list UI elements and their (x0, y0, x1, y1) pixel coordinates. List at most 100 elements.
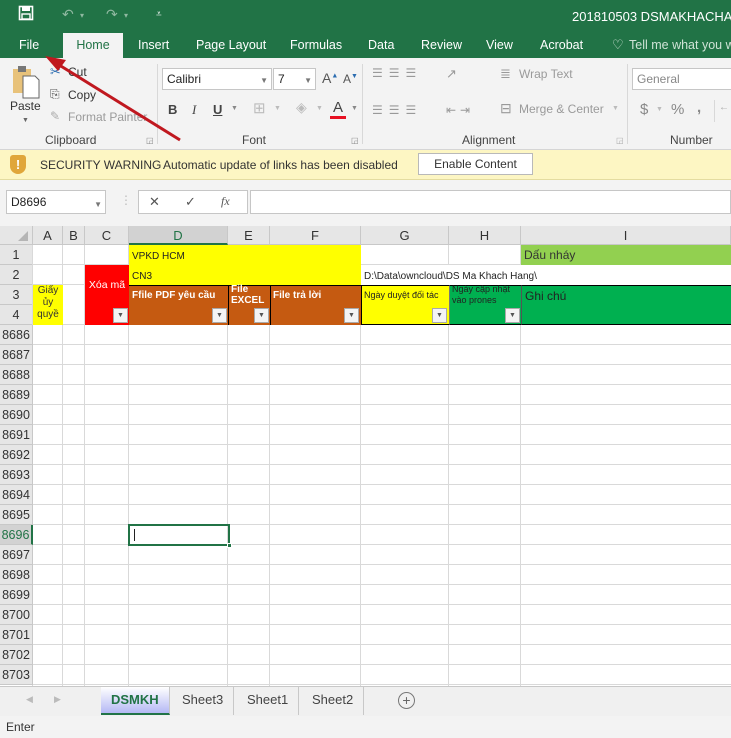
save-icon[interactable] (18, 5, 34, 24)
orientation-icon[interactable]: ↗ (446, 66, 457, 82)
sheet-tab-dsmkh[interactable]: DSMKH (101, 687, 170, 715)
row-header[interactable]: 8689 (0, 385, 33, 405)
sheet-tab-sheet2[interactable]: Sheet2 (302, 687, 365, 715)
tab-formulas[interactable]: Formulas (281, 33, 351, 58)
merge-dropdown-icon[interactable]: ▼ (612, 105, 619, 112)
active-cell-d8696[interactable] (128, 524, 232, 548)
font-color-button[interactable]: A (333, 99, 343, 116)
row-header[interactable]: 8696 (0, 525, 33, 545)
currency-button[interactable]: $ (640, 101, 648, 118)
redo-icon[interactable]: ↷ (106, 6, 118, 23)
redo-dropdown-icon[interactable]: ▾ (124, 11, 128, 20)
row-header[interactable]: 8695 (0, 505, 33, 525)
clipboard-launcher-icon[interactable]: ◲ (146, 136, 154, 145)
format-painter-button[interactable]: Format Painter (68, 110, 147, 124)
undo-dropdown-icon[interactable]: ▾ (80, 11, 84, 20)
merge-center-button[interactable]: Merge & Center (519, 102, 604, 116)
cell-a3[interactable]: Giấy ủy quyề (33, 285, 63, 325)
row-header[interactable]: 8690 (0, 405, 33, 425)
row-header[interactable]: 8703 (0, 665, 33, 685)
vertical-align-icons[interactable]: ☰☰☰ (372, 66, 422, 80)
italic-button[interactable]: I (192, 102, 196, 118)
filter-dropdown-h[interactable]: ▼ (505, 308, 520, 323)
filter-dropdown-e[interactable]: ▼ (254, 308, 269, 323)
row-header[interactable]: 8692 (0, 445, 33, 465)
cell-f3[interactable]: File trả lời (273, 290, 321, 301)
cell-i1[interactable]: Dấu nháy (521, 245, 731, 265)
insert-function-button[interactable]: fx (221, 194, 230, 209)
font-size-select[interactable]: 7 ▼ (273, 68, 316, 90)
tab-data[interactable]: Data (359, 33, 403, 58)
fill-color-icon[interactable]: ◈ (296, 99, 307, 116)
underline-button[interactable]: U (213, 102, 222, 117)
filter-dropdown-g[interactable]: ▼ (432, 308, 447, 323)
scroll-sheets-right-icon[interactable]: ▶ (54, 694, 61, 705)
tab-home[interactable]: Home (63, 33, 123, 58)
comma-button[interactable]: , (697, 99, 701, 116)
cell-d2[interactable]: CN3 (132, 271, 152, 282)
tab-file[interactable]: File (10, 33, 48, 58)
row-header[interactable]: 8702 (0, 645, 33, 665)
row-header[interactable]: 8698 (0, 565, 33, 585)
decrease-font-size-icon[interactable]: A▼ (343, 72, 358, 86)
cell-g3[interactable]: Ngày duyệt đối tác (364, 290, 439, 300)
filter-dropdown-d[interactable]: ▼ (212, 308, 227, 323)
alignment-launcher-icon[interactable]: ◲ (616, 136, 624, 145)
row-header[interactable]: 8697 (0, 545, 33, 565)
cell-g2[interactable]: D:\Data\owncloud\DS Ma Khach Hang\ (364, 271, 537, 282)
row-header[interactable]: 8699 (0, 585, 33, 605)
paste-dropdown-icon[interactable]: ▼ (22, 117, 29, 124)
increase-font-size-icon[interactable]: A▲ (322, 70, 338, 86)
filter-dropdown-f[interactable]: ▼ (344, 308, 359, 323)
font-name-select[interactable]: Calibri ▼ (162, 68, 272, 90)
customize-qat-icon[interactable]: ⩡ (156, 9, 162, 20)
sheet-tab-sheet3[interactable]: Sheet3 (172, 687, 235, 715)
tell-me-search[interactable]: Tell me what you w (629, 38, 731, 52)
cell-i3[interactable]: Ghi chú (521, 285, 731, 325)
paste-icon[interactable] (11, 64, 40, 99)
formula-input[interactable] (250, 190, 731, 214)
cell-d3[interactable]: Ffile PDF yêu cầu (132, 290, 215, 301)
enable-content-button[interactable]: Enable Content (418, 153, 533, 175)
indent-icons[interactable]: ⇤⇥ (446, 103, 474, 117)
sheet-tab-sheet1[interactable]: Sheet1 (237, 687, 300, 715)
row-header[interactable]: 8700 (0, 605, 33, 625)
row-header[interactable]: 8687 (0, 345, 33, 365)
name-box[interactable]: D8696 ▼ (6, 190, 106, 214)
add-sheet-icon[interactable]: + (398, 692, 415, 709)
row-header[interactable]: 8701 (0, 625, 33, 645)
row-header[interactable]: 8694 (0, 485, 33, 505)
font-color-dropdown-icon[interactable]: ▼ (351, 105, 358, 112)
cell-e3[interactable]: File EXCEL (231, 284, 269, 306)
filter-dropdown-c[interactable]: ▼ (113, 308, 128, 323)
confirm-entry-button[interactable]: ✓ (185, 194, 196, 210)
cancel-entry-button[interactable]: ✕ (149, 194, 160, 210)
currency-dropdown-icon[interactable]: ▼ (656, 106, 663, 113)
number-format-select[interactable]: General (632, 68, 731, 90)
undo-icon[interactable]: ↶ (62, 6, 74, 23)
tab-acrobat[interactable]: Acrobat (531, 33, 592, 58)
borders-dropdown-icon[interactable]: ▼ (274, 105, 281, 112)
copy-button[interactable]: Copy (68, 88, 96, 102)
paste-button[interactable]: Paste (10, 99, 41, 113)
underline-dropdown-icon[interactable]: ▼ (231, 105, 238, 112)
horizontal-align-icons[interactable]: ☰☰☰ (372, 103, 422, 117)
font-launcher-icon[interactable]: ◲ (351, 136, 359, 145)
row-header[interactable]: 8691 (0, 425, 33, 445)
row-header[interactable]: 8688 (0, 365, 33, 385)
borders-icon[interactable]: ⊞ (253, 99, 266, 117)
row-header[interactable]: 8686 (0, 325, 33, 345)
tab-insert[interactable]: Insert (129, 33, 178, 58)
percent-button[interactable]: % (671, 101, 684, 118)
cell-d1[interactable]: VPKD HCM (132, 251, 185, 262)
fill-handle[interactable] (227, 543, 232, 548)
cell-h3[interactable]: Ngày cập nhật vào prones (452, 284, 518, 306)
tab-review[interactable]: Review (412, 33, 471, 58)
scroll-sheets-left-icon[interactable]: ◀ (26, 694, 33, 705)
worksheet-grid[interactable]: A B C D E F G H I 1 2 3 4 VPKD HCM CN3 D… (0, 226, 731, 686)
tab-page-layout[interactable]: Page Layout (187, 33, 275, 58)
increase-decimal-icon[interactable]: ← (719, 102, 729, 113)
cut-button[interactable]: Cut (68, 65, 87, 79)
tab-view[interactable]: View (477, 33, 522, 58)
fill-color-dropdown-icon[interactable]: ▼ (316, 105, 323, 112)
